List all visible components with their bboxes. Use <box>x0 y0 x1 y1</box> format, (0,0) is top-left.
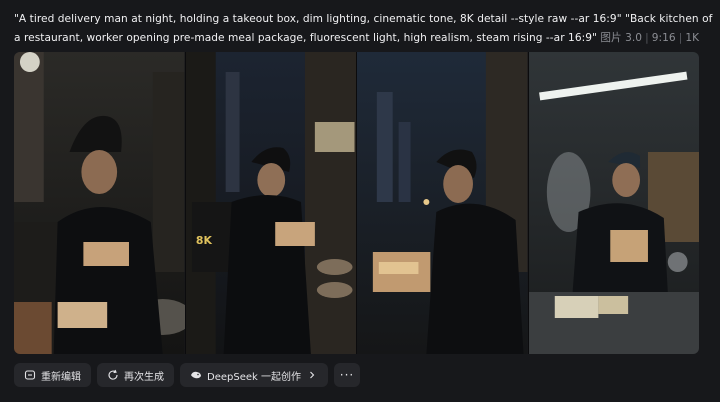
backpack-8k-text: 8K <box>195 234 212 247</box>
regenerate-label: 再次生成 <box>124 371 164 383</box>
resolution-label: 1K <box>685 32 700 44</box>
deepseek-label: DeepSeek 一起创作 <box>207 371 301 383</box>
more-dots-icon: ··· <box>339 368 355 382</box>
prompt-text-block: "A tired delivery man at night, holding … <box>14 10 714 48</box>
image-1-illustration <box>14 52 185 354</box>
deepseek-cocreate-button[interactable]: DeepSeek 一起创作 <box>180 363 328 387</box>
image-4-illustration <box>528 52 699 354</box>
chevron-right-icon <box>306 369 318 381</box>
refresh-icon <box>107 369 119 381</box>
re-edit-label: 重新编辑 <box>41 371 81 383</box>
image-2-illustration: 8K <box>185 52 356 354</box>
meta-separator: | <box>645 32 649 44</box>
re-edit-button[interactable]: 重新编辑 <box>14 363 91 387</box>
meta-separator: | <box>678 32 683 44</box>
image-3-illustration <box>357 52 528 354</box>
more-options-button[interactable]: ··· <box>333 363 360 387</box>
generated-image-1[interactable] <box>14 52 186 354</box>
image-grid: 8K <box>14 52 699 354</box>
action-bar: 重新编辑 再次生成 DeepSeek 一起创作 ··· <box>14 362 360 388</box>
generated-image-3[interactable] <box>357 52 529 354</box>
regenerate-button[interactable]: 再次生成 <box>97 363 174 387</box>
deepseek-whale-icon <box>190 369 202 381</box>
generated-image-2[interactable]: 8K <box>185 52 357 354</box>
model-label: 图片 3.0 <box>600 32 643 44</box>
generated-image-4[interactable] <box>528 52 699 354</box>
edit-icon <box>24 369 36 381</box>
ratio-label: 9:16 <box>651 32 676 44</box>
